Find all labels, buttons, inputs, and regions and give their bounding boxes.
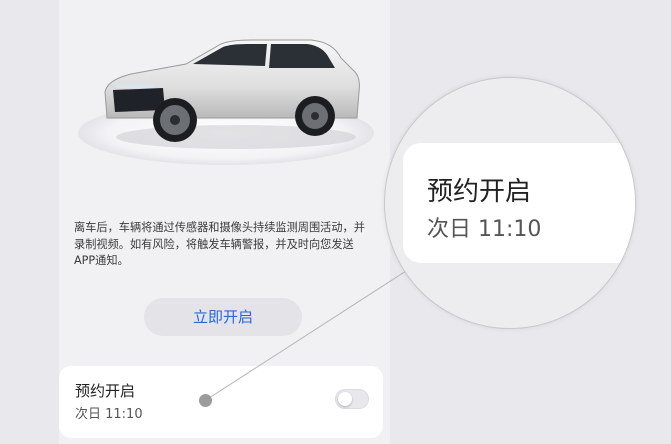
description-text: 离车后，车辆将通过传感器和摄像头持续监测周围活动，并录制视频。如有风险，将触发车…	[74, 221, 365, 267]
schedule-toggle[interactable]	[335, 389, 369, 409]
schedule-card[interactable]: 预约开启 次日 11:10	[59, 366, 383, 438]
car-illustration	[71, 0, 381, 175]
magnified-schedule-title: 预约开启	[427, 177, 532, 207]
schedule-title: 预约开启	[75, 382, 136, 400]
magnified-schedule-card: 预约开启 次日 11:10	[403, 143, 635, 263]
magnified-schedule-time: 次日 11:10	[427, 217, 542, 242]
enable-now-button[interactable]: 立即开启	[144, 298, 302, 336]
toggle-knob	[338, 392, 352, 406]
magnifier-callout: 预约开启 次日 11:10	[385, 78, 635, 328]
callout-pointer-dot	[199, 394, 212, 407]
schedule-time: 次日 11:10	[75, 407, 143, 422]
